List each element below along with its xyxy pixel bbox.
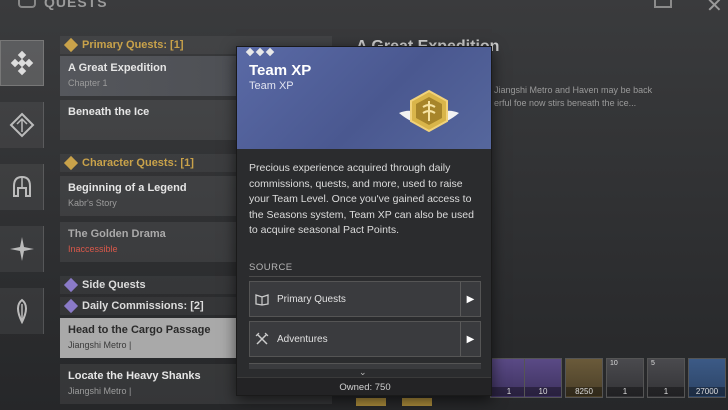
- quest-detail-description: Jiangshi Metro and Haven may be back erf…: [494, 85, 653, 108]
- owned-count: Owned: 750: [237, 377, 491, 395]
- reward-slot[interactable]: 10: [524, 358, 562, 398]
- rail-item-compass[interactable]: [0, 226, 44, 272]
- reward-slot[interactable]: 8250: [565, 358, 603, 398]
- tooltip-header: Team XP Team XP: [237, 47, 491, 149]
- source-button-primary-quests[interactable]: Primary Quests ▶: [249, 281, 481, 317]
- action-button[interactable]: [356, 398, 386, 406]
- crossed-swords-icon: [255, 332, 269, 345]
- side-quest-icon: [63, 277, 79, 293]
- reward-slot[interactable]: 1: [490, 358, 528, 398]
- rail-item-quests[interactable]: [0, 40, 44, 86]
- divider: [249, 276, 481, 277]
- daily-commission-icon: [63, 298, 79, 314]
- tooltip-title: Team XP: [249, 62, 312, 79]
- action-button[interactable]: [402, 398, 432, 406]
- reward-slot[interactable]: 10 1: [606, 358, 644, 398]
- reward-slot[interactable]: 27000: [688, 358, 726, 398]
- helmet-icon: [12, 175, 31, 197]
- rarity-pips: [245, 47, 275, 57]
- source-label: SOURCE: [249, 262, 293, 273]
- character-quest-icon: [63, 155, 79, 171]
- source-button-adventures[interactable]: Adventures ▶: [249, 321, 481, 357]
- quest-book-icon: [255, 294, 269, 306]
- quest-cluster-icon: [10, 50, 34, 76]
- category-rail: [0, 40, 46, 340]
- feather-icon: [16, 298, 27, 324]
- diamond-icon: [9, 112, 34, 138]
- close-icon[interactable]: ✕: [706, 0, 723, 18]
- item-tooltip: Team XP Team XP Precious experience acqu…: [236, 46, 492, 396]
- team-xp-emblem-icon: [399, 89, 459, 133]
- rail-item-feather[interactable]: [0, 288, 44, 334]
- play-arrow-icon: ▶: [460, 282, 480, 316]
- top-bar: QUESTS ✕: [0, 0, 728, 17]
- rail-item-diamond[interactable]: [0, 102, 44, 148]
- quests-logo-icon: [18, 0, 36, 8]
- reward-row: 1 10 8250 10 1 5 1 27000: [490, 358, 728, 398]
- tooltip-description: Precious experience acquired through dai…: [249, 162, 474, 236]
- tooltip-type: Team XP: [249, 80, 294, 92]
- play-arrow-icon: ▶: [460, 322, 480, 356]
- star-compass-icon: [9, 237, 34, 261]
- primary-quest-icon: [63, 37, 79, 53]
- window-title: QUESTS: [44, 0, 108, 10]
- share-icon[interactable]: [654, 0, 672, 8]
- rail-item-helmet[interactable]: [0, 164, 44, 210]
- bottom-action-bar: [356, 398, 456, 410]
- reward-slot[interactable]: 5 1: [647, 358, 685, 398]
